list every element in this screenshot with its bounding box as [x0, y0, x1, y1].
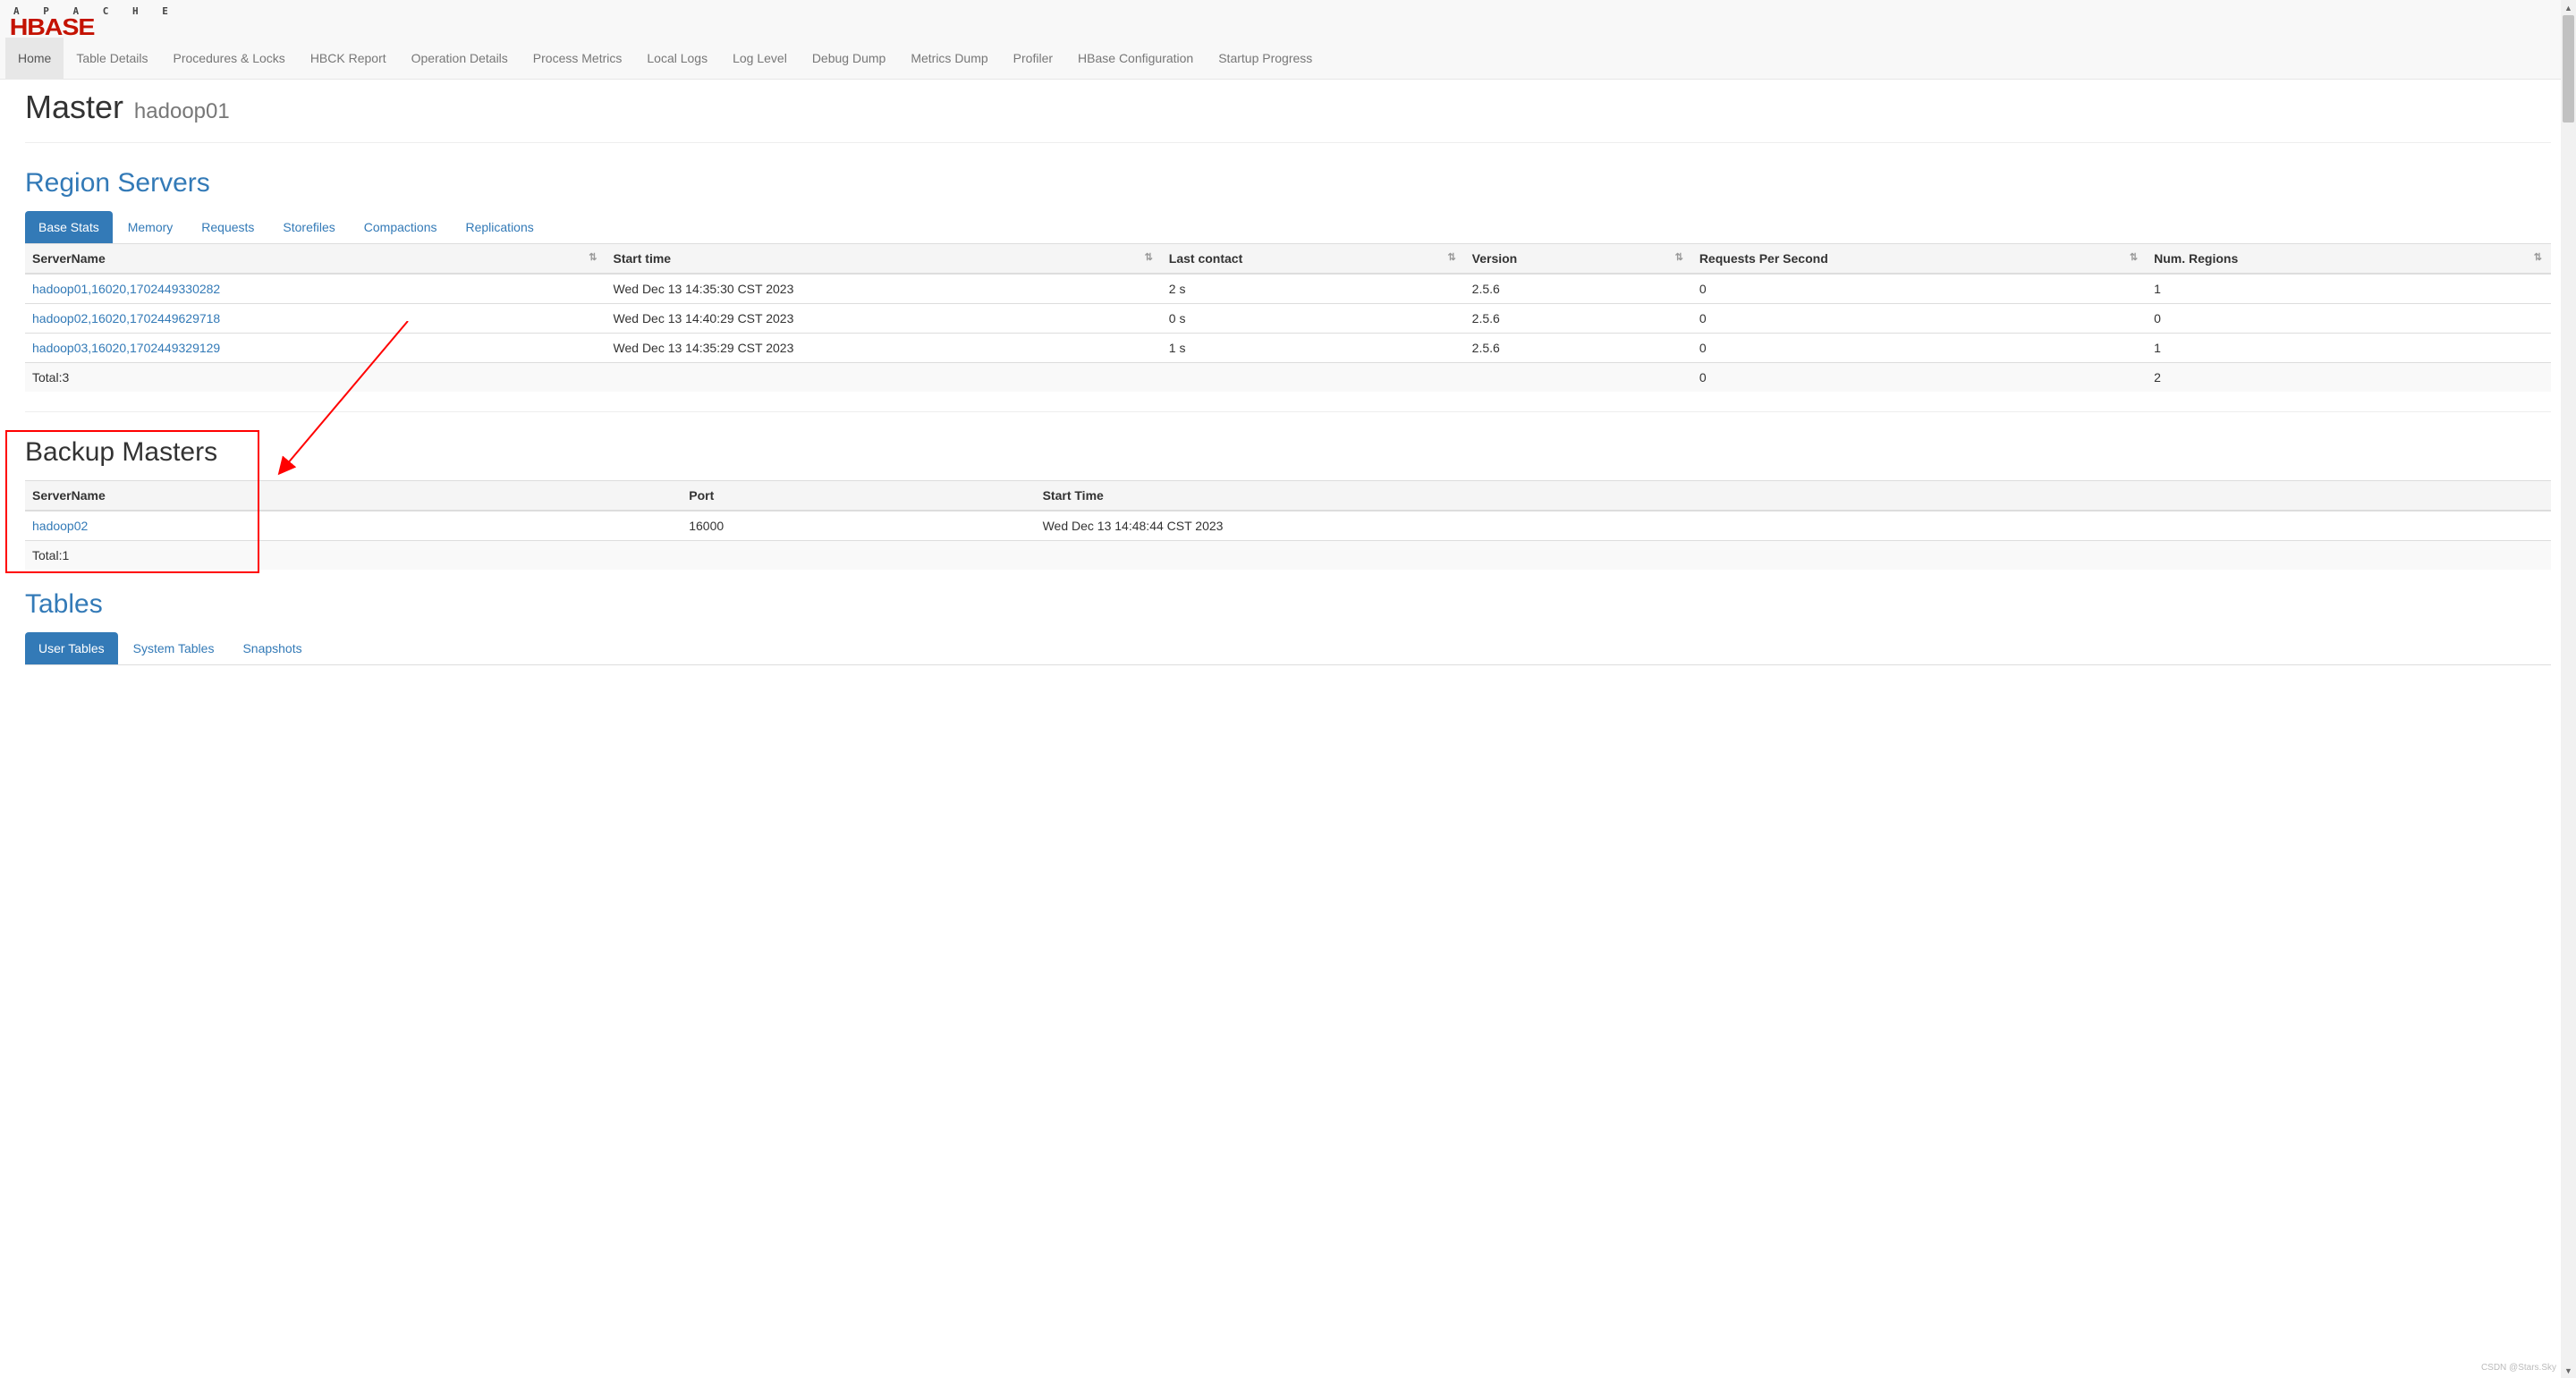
cell-regions: 1: [2147, 274, 2551, 304]
server-link[interactable]: hadoop01,16020,1702449330282: [32, 282, 220, 296]
col-last-contact[interactable]: Last contact: [1162, 244, 1465, 275]
col-version[interactable]: Version: [1465, 244, 1692, 275]
table-row: hadoop02,16020,1702449629718 Wed Dec 13 …: [25, 304, 2551, 334]
backup-masters-heading: Backup Masters: [25, 437, 2551, 468]
nav-hbase-configuration[interactable]: HBase Configuration: [1065, 38, 1206, 79]
nav-hbck-report[interactable]: HBCK Report: [298, 38, 399, 79]
nav-process-metrics[interactable]: Process Metrics: [521, 38, 635, 79]
cell-regions: 0: [2147, 304, 2551, 334]
page-header: Master hadoop01: [25, 80, 2551, 143]
cell-last: 2 s: [1162, 274, 1465, 304]
nav-home[interactable]: Home: [5, 38, 64, 79]
main-nav: HomeTable DetailsProcedures & LocksHBCK …: [0, 38, 2576, 79]
server-link[interactable]: hadoop03,16020,1702449329129: [32, 341, 220, 355]
backup-total: Total:1: [25, 541, 2551, 571]
scroll-down-icon[interactable]: ▼: [2561, 1363, 2576, 1378]
server-link[interactable]: hadoop02,16020,1702449629718: [32, 311, 220, 325]
nav-table-details[interactable]: Table Details: [64, 38, 160, 79]
cell-start: Wed Dec 13 14:40:29 CST 2023: [606, 304, 1162, 334]
cell-port: 16000: [682, 511, 1035, 541]
rs-foot-regions: 2: [2147, 363, 2551, 393]
tab-base-stats[interactable]: Base Stats: [25, 211, 113, 243]
page-title: Master: [25, 89, 123, 125]
col-port: Port: [682, 481, 1035, 511]
tab-user-tables[interactable]: User Tables: [25, 632, 118, 664]
logo-hbase-text: HBASE: [13, 17, 177, 38]
table-row: hadoop03,16020,1702449329129 Wed Dec 13 …: [25, 334, 2551, 363]
cell-version: 2.5.6: [1465, 304, 1692, 334]
watermark: CSDN @Stars.Sky: [2481, 1363, 2556, 1373]
nav-operation-details[interactable]: Operation Details: [399, 38, 521, 79]
nav-startup-progress[interactable]: Startup Progress: [1206, 38, 1325, 79]
cell-version: 2.5.6: [1465, 334, 1692, 363]
tab-storefiles[interactable]: Storefiles: [269, 211, 348, 243]
backup-server-link[interactable]: hadoop02: [32, 519, 88, 533]
cell-rps: 0: [1692, 304, 2147, 334]
cell-start: Wed Dec 13 14:48:44 CST 2023: [1036, 511, 2551, 541]
table-row: hadoop01,16020,1702449330282 Wed Dec 13 …: [25, 274, 2551, 304]
nav-profiler[interactable]: Profiler: [1001, 38, 1065, 79]
nav-local-logs[interactable]: Local Logs: [634, 38, 720, 79]
page-subtitle: hadoop01: [134, 99, 230, 123]
col-start-time: Start Time: [1036, 481, 2551, 511]
logo[interactable]: A P A C H E HBASE: [0, 0, 2576, 38]
col-requests-per-second[interactable]: Requests Per Second: [1692, 244, 2147, 275]
tab-memory[interactable]: Memory: [114, 211, 187, 243]
divider: [25, 411, 2551, 412]
tab-requests[interactable]: Requests: [188, 211, 267, 243]
table-row: hadoop02 16000 Wed Dec 13 14:48:44 CST 2…: [25, 511, 2551, 541]
col-servername: ServerName: [25, 481, 682, 511]
nav-metrics-dump[interactable]: Metrics Dump: [898, 38, 1000, 79]
scroll-thumb[interactable]: [2563, 15, 2574, 123]
scrollbar[interactable]: ▲ ▼: [2561, 0, 2576, 1378]
nav-log-level[interactable]: Log Level: [720, 38, 800, 79]
region-servers-table: ServerNameStart timeLast contactVersionR…: [25, 243, 2551, 392]
nav-debug-dump[interactable]: Debug Dump: [800, 38, 899, 79]
cell-start: Wed Dec 13 14:35:30 CST 2023: [606, 274, 1162, 304]
scroll-up-icon[interactable]: ▲: [2561, 0, 2576, 15]
rs-total: Total:3: [25, 363, 606, 393]
cell-last: 1 s: [1162, 334, 1465, 363]
region-servers-tabs: Base StatsMemoryRequestsStorefilesCompac…: [25, 211, 2551, 243]
backup-masters-table: ServerNamePortStart Time hadoop02 16000 …: [25, 480, 2551, 570]
tab-system-tables[interactable]: System Tables: [120, 632, 228, 664]
tab-compactions[interactable]: Compactions: [351, 211, 451, 243]
tables-heading: Tables: [25, 589, 2551, 620]
tab-replications[interactable]: Replications: [452, 211, 547, 243]
cell-rps: 0: [1692, 274, 2147, 304]
nav-procedures-locks[interactable]: Procedures & Locks: [161, 38, 298, 79]
cell-last: 0 s: [1162, 304, 1465, 334]
cell-rps: 0: [1692, 334, 2147, 363]
rs-foot-rps: 0: [1692, 363, 2147, 393]
tables-tabs: User TablesSystem TablesSnapshots: [25, 632, 2551, 664]
tab-snapshots[interactable]: Snapshots: [229, 632, 315, 664]
cell-version: 2.5.6: [1465, 274, 1692, 304]
region-servers-heading: Region Servers: [25, 168, 2551, 199]
col-start-time[interactable]: Start time: [606, 244, 1162, 275]
col-num-regions[interactable]: Num. Regions: [2147, 244, 2551, 275]
cell-regions: 1: [2147, 334, 2551, 363]
col-servername[interactable]: ServerName: [25, 244, 606, 275]
cell-start: Wed Dec 13 14:35:29 CST 2023: [606, 334, 1162, 363]
